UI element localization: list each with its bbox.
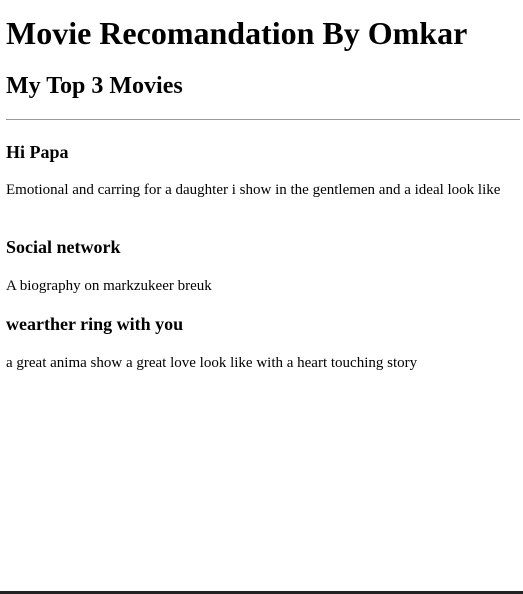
movie-title-3: wearther ring with you bbox=[6, 314, 184, 334]
page-title: Movie Recomandation By Omkar bbox=[6, 15, 468, 51]
movie-title-1: Hi Papa bbox=[6, 142, 69, 162]
divider bbox=[6, 119, 520, 120]
page-content: Movie Recomandation By Omkar My Top 3 Mo… bbox=[0, 0, 523, 594]
movie-description-2: A biography on markzukeer breuk bbox=[6, 278, 212, 294]
movie-description-3: a great anima show a great love look lik… bbox=[6, 355, 418, 371]
movie-description-1: Emotional and carring for a daughter i s… bbox=[6, 182, 501, 198]
movie-title-2: Social network bbox=[6, 237, 121, 257]
section-title: My Top 3 Movies bbox=[6, 73, 183, 99]
